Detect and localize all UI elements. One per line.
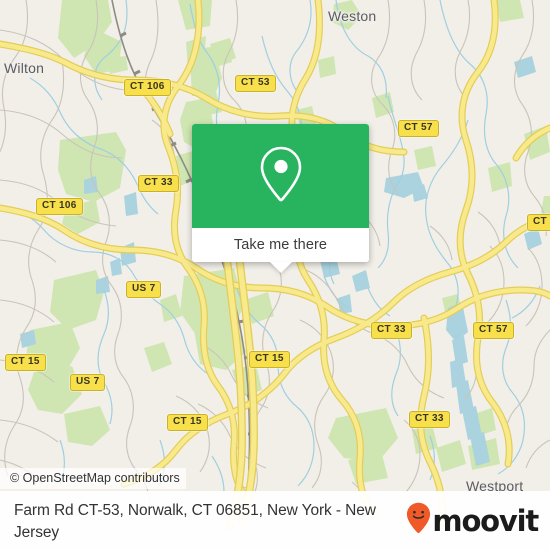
road-shield: CT 15 [5, 354, 46, 371]
map-pin-icon [258, 145, 304, 208]
road-shield: US 7 [70, 374, 106, 391]
place-label: Wilton [4, 60, 45, 76]
road-shield: CT 57 [473, 322, 514, 339]
moovit-pin-smiley-icon [406, 502, 431, 539]
osm-attribution[interactable]: © OpenStreetMap contributors [0, 468, 186, 489]
road-shield: CT 15 [167, 414, 208, 431]
location-title: Farm Rd CT-53, Norwalk, CT 06851, New Yo… [14, 502, 376, 541]
road-shield: US 7 [126, 281, 162, 298]
take-me-there-popup[interactable]: Take me there [192, 124, 369, 273]
bottom-info-bar: Farm Rd CT-53, Norwalk, CT 06851, New Yo… [0, 491, 550, 550]
popup-pointer-tail [269, 262, 292, 273]
moovit-wordmark: moovit [432, 503, 539, 538]
popup-action-bar[interactable]: Take me there [192, 228, 369, 273]
road-shield: CT 53 [235, 75, 276, 92]
road-shield: CT 33 [138, 175, 179, 192]
take-me-there-label: Take me there [233, 237, 328, 253]
road-shield: CT 33 [371, 322, 412, 339]
place-label: Weston [328, 8, 377, 24]
road-shield: CT 33 [409, 411, 450, 428]
road-shield: CT 1 [527, 214, 550, 231]
road-shield: CT 57 [398, 120, 439, 137]
moovit-map-screenshot: CT 106 CT 53 CT 57 CT 33 CT 106 CT 1 US 7 CT 33… [0, 0, 550, 550]
road-shield: CT 15 [249, 351, 290, 368]
popup-image-area [192, 124, 369, 228]
moovit-brand[interactable]: moovit [406, 500, 539, 539]
road-shield: CT 106 [124, 79, 171, 96]
road-shield: CT 106 [36, 198, 83, 215]
